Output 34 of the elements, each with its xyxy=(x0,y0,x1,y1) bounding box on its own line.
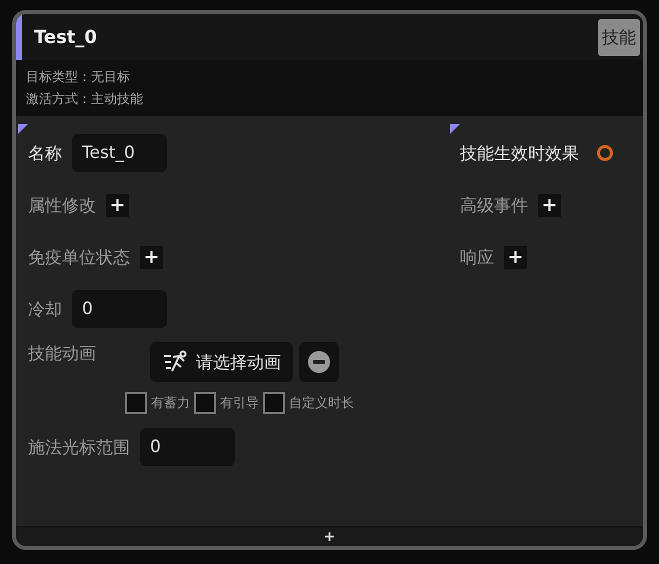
expand-button[interactable]: + xyxy=(324,530,336,544)
add-button[interactable]: + xyxy=(538,194,561,216)
info-line: 激活方式：主动技能 xyxy=(26,91,144,108)
text-field[interactable]: 0 xyxy=(72,290,167,328)
checkbox-label: 有引导 xyxy=(220,395,259,412)
input-corner-icon xyxy=(18,124,28,134)
output-port-icon[interactable] xyxy=(597,145,613,161)
text-field[interactable]: Test_0 xyxy=(72,134,167,172)
minus-icon xyxy=(308,351,330,373)
add-button[interactable]: + xyxy=(140,246,163,268)
checkbox-label: 有蓄力 xyxy=(151,395,190,412)
add-button[interactable]: + xyxy=(504,246,527,268)
running-figure-icon xyxy=(162,350,188,374)
property-label: 冷却 xyxy=(28,298,62,320)
checkbox-label: 自定义时长 xyxy=(289,395,354,412)
property-label: 施法光标范围 xyxy=(28,436,130,458)
text-field[interactable]: 0 xyxy=(140,428,235,466)
property-label: 免疫单位状态 xyxy=(28,246,130,268)
checkbox[interactable] xyxy=(194,392,216,414)
add-button[interactable]: + xyxy=(106,194,129,216)
checkbox[interactable] xyxy=(263,392,285,414)
checkbox[interactable] xyxy=(125,392,147,414)
property-label: 属性修改 xyxy=(28,194,96,216)
node-title: Test_0 xyxy=(34,26,97,48)
property-label: 技能动画 xyxy=(28,343,96,365)
output-corner-icon xyxy=(450,124,460,134)
property-label: 名称 xyxy=(28,142,62,164)
remove-button[interactable] xyxy=(299,342,339,382)
property-label: 技能生效时效果 xyxy=(460,142,579,164)
animation-select-button[interactable]: 请选择动画 xyxy=(150,342,293,382)
property-label: 响应 xyxy=(460,246,494,268)
info-line: 目标类型：无目标 xyxy=(26,69,131,86)
node-type-badge: 技能 xyxy=(598,18,640,56)
property-label: 高级事件 xyxy=(460,194,528,216)
